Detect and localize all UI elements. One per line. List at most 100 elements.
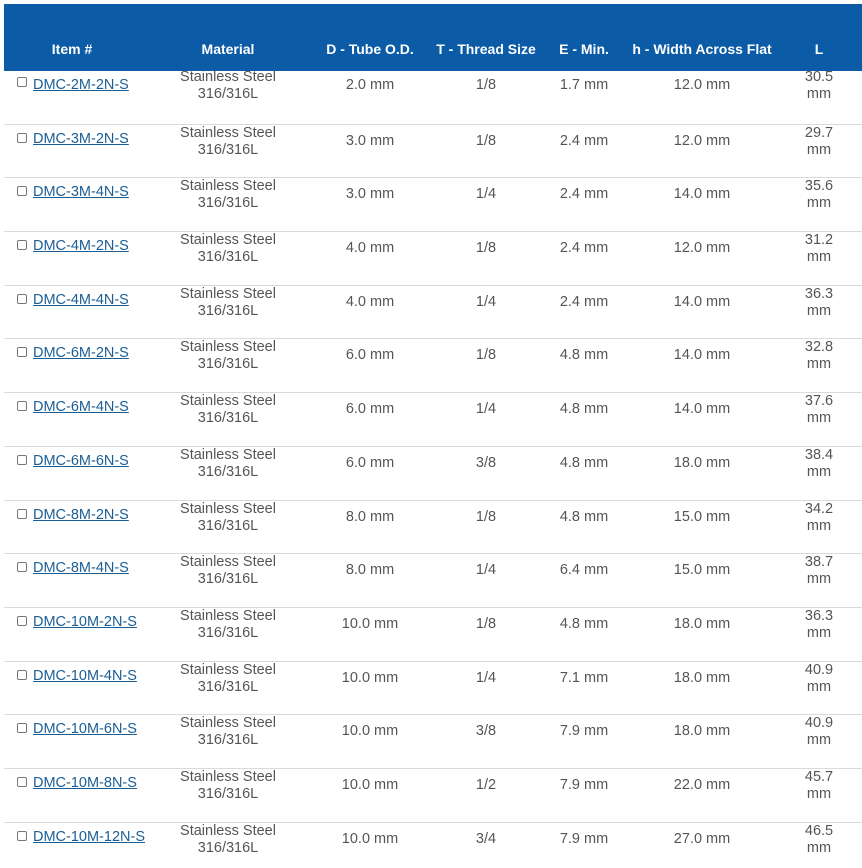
length-cell: 29.7 mm [805,125,833,159]
length-cell: 37.6 mm [805,393,833,427]
tube-od-cell: 6.0 mm [345,347,395,364]
row-checkbox[interactable] [17,508,27,519]
length-cell: 45.7 mm [805,769,833,803]
material-cell: Stainless Steel 316/316L [180,69,276,103]
item-number-link[interactable]: DMC-4M-4N-S [33,292,129,308]
length-unit: mm [806,732,832,749]
row-checkbox[interactable] [17,77,27,87]
thread-size-cell: 1/4 [475,293,497,310]
material-line-2: 316/316L [197,302,259,319]
product-table: Item # Material D - Tube O.D. T - Thread… [0,0,862,868]
thread-size-cell: 1/8 [475,615,497,632]
item-number-link[interactable]: DMC-4M-2N-S [33,238,129,254]
row-checkbox[interactable] [17,186,27,197]
thread-size-cell: 1/2 [475,776,497,793]
length-cell: 32.8 mm [805,339,833,373]
item-number-link[interactable]: DMC-8M-4N-S [33,560,129,576]
table-row: DMC-2M-2N-S Stainless Steel 316/316L 2.0 … [4,69,862,125]
length-value: 31.2 [804,232,834,249]
length-value: 36.3 [804,607,834,624]
row-checkbox[interactable] [17,615,27,626]
length-value: 34.2 [804,500,834,517]
material-line-1: Stainless Steel [180,715,276,732]
width-across-flat-cell: 18.0 mm [673,615,731,632]
width-across-flat-cell: 15.0 mm [673,508,731,525]
material-line-2: 316/316L [197,732,259,749]
thread-size-cell: 1/8 [475,240,497,257]
item-number-link[interactable]: DMC-3M-4N-S [33,184,129,200]
table-row: DMC-4M-4N-S Stainless Steel 316/316L 4.0 … [4,286,862,340]
row-checkbox[interactable] [17,347,27,358]
header-e-min[interactable]: E - Min. [559,41,609,57]
item-number-link[interactable]: DMC-6M-6N-S [33,453,129,469]
header-width-across-flat[interactable]: h - Width Across Flat [632,41,771,57]
material-line-1: Stainless Steel [180,339,276,356]
material-line-2: 316/316L [197,678,259,695]
material-cell: Stainless Steel 316/316L [180,447,276,481]
material-cell: Stainless Steel 316/316L [180,125,276,159]
item-number-link[interactable]: DMC-6M-2N-S [33,345,129,361]
row-checkbox[interactable] [17,830,27,841]
item-number-link[interactable]: DMC-2M-2N-S [33,77,129,93]
tube-od-cell: 8.0 mm [345,562,395,579]
length-unit: mm [806,356,832,373]
row-checkbox[interactable] [17,723,27,734]
material-line-1: Stainless Steel [180,393,276,410]
row-checkbox[interactable] [17,240,27,251]
e-min-cell: 2.4 mm [559,132,609,149]
material-line-2: 316/316L [197,517,259,534]
header-tube-od[interactable]: D - Tube O.D. [326,41,414,57]
length-unit: mm [806,517,832,534]
item-number-link[interactable]: DMC-6M-4N-S [33,399,129,415]
thread-size-cell: 3/4 [475,830,497,847]
tube-od-cell: 4.0 mm [345,240,395,257]
item-number-link[interactable]: DMC-10M-8N-S [33,775,137,791]
length-cell: 36.3 mm [805,286,833,320]
tube-od-cell: 8.0 mm [345,508,395,525]
item-number-link[interactable]: DMC-10M-6N-S [33,721,137,737]
row-checkbox[interactable] [17,776,27,787]
length-cell: 38.7 mm [805,554,833,588]
length-value: 29.7 [804,124,834,141]
thread-size-cell: 3/8 [475,454,497,471]
header-material[interactable]: Material [202,41,255,57]
tube-od-cell: 2.0 mm [345,77,395,93]
material-line-2: 316/316L [197,141,259,158]
item-number-link[interactable]: DMC-10M-2N-S [33,614,137,630]
tube-od-cell: 10.0 mm [341,615,399,632]
material-cell: Stainless Steel 316/316L [180,554,276,588]
e-min-cell: 4.8 mm [559,347,609,364]
row-checkbox[interactable] [17,132,27,143]
row-checkbox[interactable] [17,669,27,680]
material-line-2: 316/316L [197,410,259,427]
length-unit: mm [806,249,832,266]
header-thread-size[interactable]: T - Thread Size [436,41,536,57]
material-line-2: 316/316L [197,785,259,802]
material-cell: Stainless Steel 316/316L [180,662,276,696]
item-number-link[interactable]: DMC-8M-2N-S [33,507,129,523]
material-line-1: Stainless Steel [180,446,276,463]
thread-size-cell: 1/8 [475,508,497,525]
material-cell: Stainless Steel 316/316L [180,501,276,535]
width-across-flat-cell: 12.0 mm [673,132,731,149]
material-line-2: 316/316L [197,571,259,588]
item-number-link[interactable]: DMC-10M-12N-S [33,829,145,845]
width-across-flat-cell: 12.0 mm [673,240,731,257]
header-item-number[interactable]: Item # [52,41,92,57]
e-min-cell: 7.9 mm [559,723,609,740]
row-checkbox[interactable] [17,401,27,412]
length-value: 40.9 [804,715,834,732]
item-number-link[interactable]: DMC-3M-2N-S [33,131,129,147]
row-checkbox[interactable] [17,454,27,465]
header-length[interactable]: L [815,41,824,57]
length-unit: mm [806,141,832,158]
length-unit: mm [806,785,832,802]
e-min-cell: 6.4 mm [559,562,609,579]
row-checkbox[interactable] [17,293,27,304]
row-checkbox[interactable] [17,562,27,573]
material-line-1: Stainless Steel [180,178,276,195]
length-value: 45.7 [804,768,834,785]
width-across-flat-cell: 18.0 mm [673,723,731,740]
width-across-flat-cell: 14.0 mm [673,186,731,203]
item-number-link[interactable]: DMC-10M-4N-S [33,668,137,684]
